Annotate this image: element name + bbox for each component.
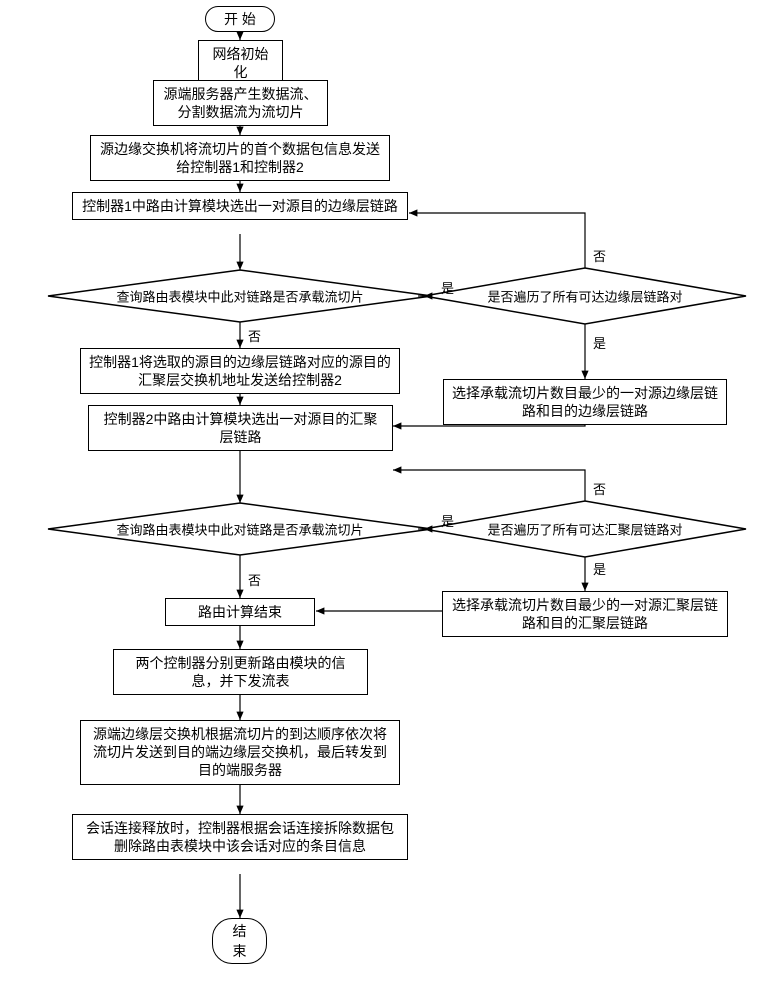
label-no-1: 否 <box>248 326 261 345</box>
process-send-addr: 控制器1将选取的源目的边缘层链路对应的源目的汇聚层交换机地址发送给控制器2 <box>80 348 400 394</box>
label-yes-4: 是 <box>593 559 606 578</box>
process-route-done: 路由计算结束 <box>165 598 315 626</box>
process-gen-data: 源端服务器产生数据流、分割数据流为流切片 <box>153 80 328 126</box>
decision-carry-slice-2: 查询路由表模块中此对链路是否承载流切片 <box>48 503 432 555</box>
end-terminator: 结束 <box>212 918 267 964</box>
label-no-4: 否 <box>593 479 606 498</box>
process-ctrl2-select: 控制器2中路由计算模块选出一对源目的汇聚层链路 <box>88 405 393 451</box>
decision-traverse-edge: 是否遍历了所有可达边缘层链路对 <box>424 268 746 324</box>
decision-text-2: 是否遍历了所有可达边缘层链路对 <box>424 287 746 306</box>
decision-traverse-agg: 是否遍历了所有可达汇聚层链路对 <box>424 501 746 557</box>
start-terminator: 开 始 <box>205 6 275 32</box>
process-send-packet-info: 源边缘交换机将流切片的首个数据包信息发送给控制器1和控制器2 <box>90 135 390 181</box>
process-ctrl1-select: 控制器1中路由计算模块选出一对源目的边缘层链路 <box>72 192 408 220</box>
label-no-2: 否 <box>593 246 606 265</box>
decision-text-4: 是否遍历了所有可达汇聚层链路对 <box>424 520 746 539</box>
decision-text-1: 查询路由表模块中此对链路是否承载流切片 <box>48 287 432 306</box>
decision-text-3: 查询路由表模块中此对链路是否承载流切片 <box>48 520 432 539</box>
process-release-session: 会话连接释放时，控制器根据会话连接拆除数据包删除路由表模块中该会话对应的条目信息 <box>72 814 408 860</box>
decision-carry-slice-1: 查询路由表模块中此对链路是否承载流切片 <box>48 270 432 322</box>
process-select-min-agg: 选择承载流切片数目最少的一对源汇聚层链路和目的汇聚层链路 <box>442 591 728 637</box>
process-update-route: 两个控制器分别更新路由模块的信息，并下发流表 <box>113 649 368 695</box>
label-yes-2: 是 <box>593 333 606 352</box>
process-forward-slices: 源端边缘层交换机根据流切片的到达顺序依次将流切片发送到目的端边缘层交换机，最后转… <box>80 720 400 785</box>
process-select-min-edge: 选择承载流切片数目最少的一对源边缘层链路和目的边缘层链路 <box>443 379 727 425</box>
label-no-3: 否 <box>248 570 261 589</box>
